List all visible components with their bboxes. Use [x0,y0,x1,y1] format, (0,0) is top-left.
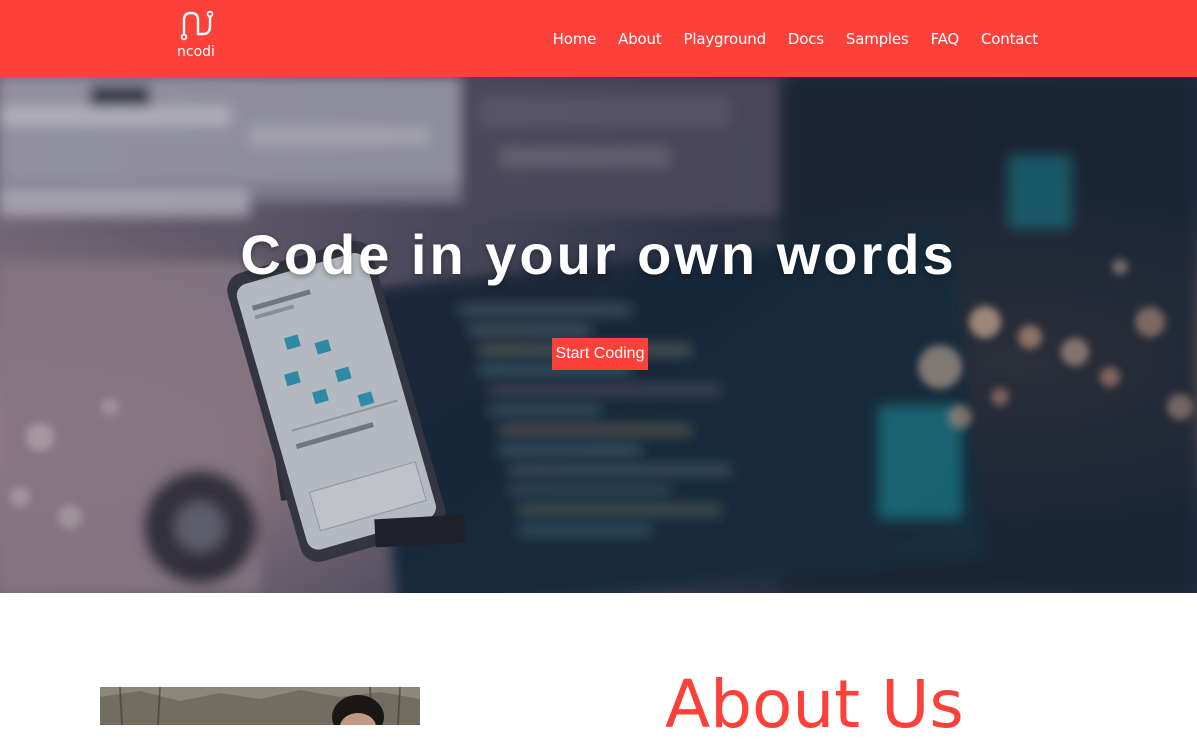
nav-playground[interactable]: Playground [684,30,767,48]
nav-faq[interactable]: FAQ [931,30,960,48]
nav-contact[interactable]: Contact [981,30,1038,48]
start-coding-button[interactable]: Start Coding [552,338,648,370]
hero-title: Code in your own words [240,223,957,286]
nav-home[interactable]: Home [553,30,597,48]
hero-background-image [0,77,1197,593]
nav-samples[interactable]: Samples [846,30,909,48]
ncodi-logo[interactable]: ncodi [170,8,226,64]
person-outdoors-photo [100,687,420,725]
nav-docs[interactable]: Docs [788,30,824,48]
main-nav: Home About Playground Docs Samples FAQ C… [531,0,1039,77]
site-header: ncodi Home About Playground Docs Samples… [0,0,1197,77]
about-us-title: About Us [665,666,964,743]
nav-about[interactable]: About [618,30,662,48]
ncodi-logo-icon: ncodi [177,10,215,60]
hero-section: Code in your own words Start Coding [0,77,1197,593]
logo-wordmark: ncodi [177,44,215,60]
about-photo [100,687,420,725]
